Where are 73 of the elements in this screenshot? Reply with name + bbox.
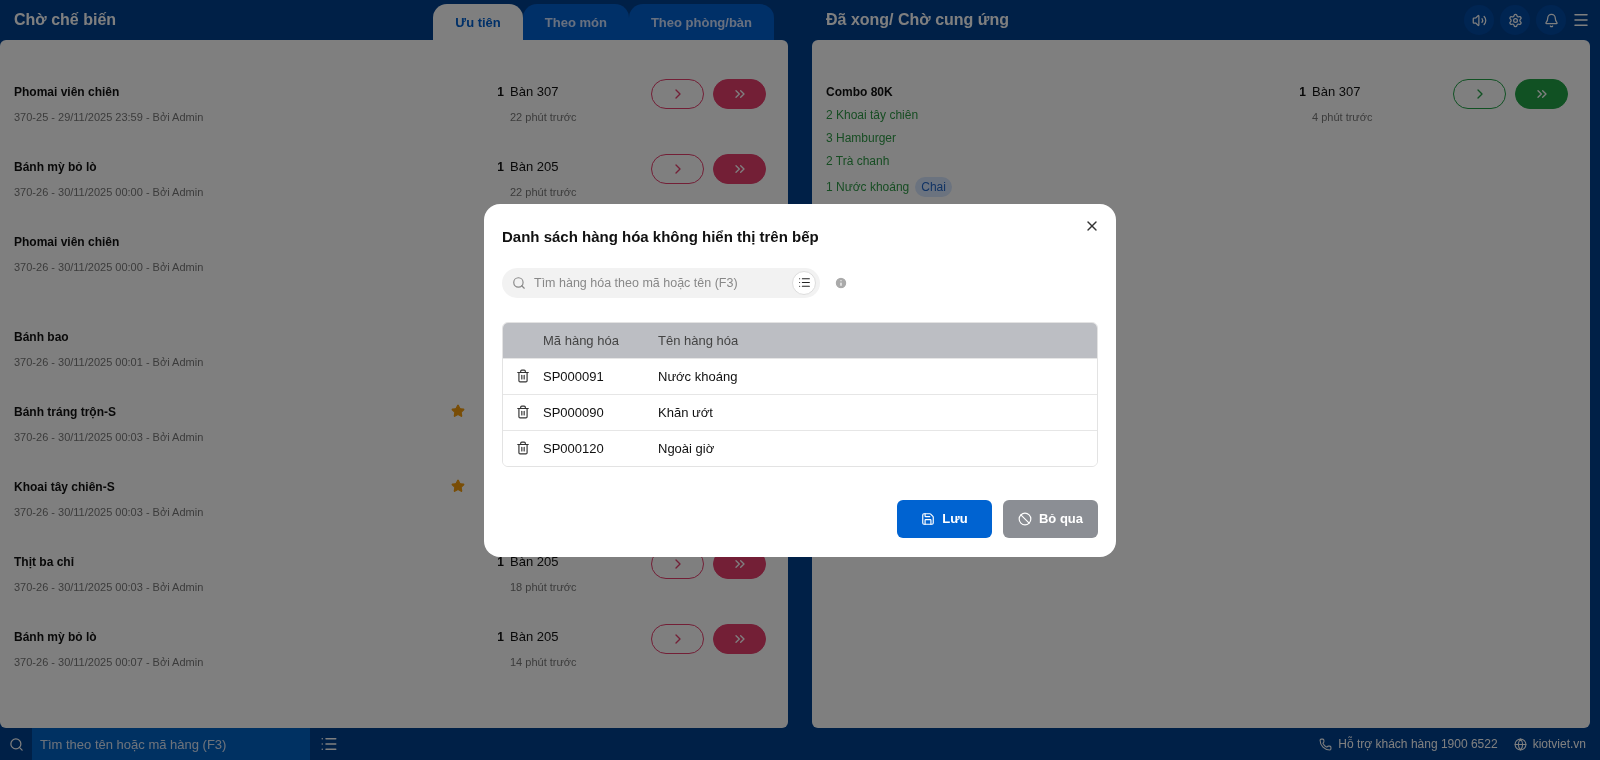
table-cell-text: SP000090 (543, 404, 605, 420)
phone-icon (1319, 737, 1333, 751)
settings-icon[interactable] (1500, 5, 1530, 35)
speaker-icon[interactable] (1464, 5, 1494, 35)
quantity: 1 (496, 629, 504, 644)
sub-item: 2 Trà chanh (826, 154, 890, 168)
item-name: Phomai viên chiên (14, 84, 121, 99)
list-icon (797, 276, 811, 289)
info-icon[interactable] (834, 275, 848, 290)
sub-item: 3 Hamburger (826, 131, 897, 145)
search-field[interactable]: Tìm hàng hóa theo mã hoặc tên (F3) (502, 267, 820, 298)
table-cell-text: SP000120 (543, 440, 605, 456)
dialog-title: Danh sách hàng hóa không hiển thị trên bếp (502, 227, 820, 245)
trash-icon[interactable] (516, 441, 530, 455)
order-meta: 370-26 - 30/11/2025 00:00 - Bởi Admin (14, 186, 205, 198)
elapsed-time: 22 phút trước (510, 111, 578, 123)
table-cell-text: SP000091 (543, 368, 605, 384)
bell-icon[interactable] (1536, 5, 1566, 35)
order-meta: 370-26 - 30/11/2025 00:03 - Bởi Admin (14, 431, 205, 443)
quantity: 1 (496, 554, 504, 569)
quantity: 1 (496, 84, 504, 99)
table-name: Bàn 205 (510, 158, 560, 174)
column-header: Mã hàng hóa (543, 332, 620, 348)
order-meta: 370-26 - 30/11/2025 00:07 - Bởi Admin (14, 656, 205, 668)
table-cell-text: Ngoài giờ (658, 440, 716, 456)
search-input[interactable]: Tìm hàng hóa theo mã hoặc tên (F3) (532, 274, 786, 291)
elapsed-time: 14 phút trước (510, 656, 578, 668)
sub-item: 1 Nước khoáng (826, 180, 910, 194)
table-cell-text: Khăn ướt (658, 404, 714, 420)
elapsed-time: 4 phút trước (1312, 111, 1374, 123)
table-name: Bàn 307 (510, 83, 560, 99)
item-name: Phomai viên chiên (14, 234, 121, 249)
list-icon[interactable] (320, 735, 338, 753)
save-button[interactable]: Lưu (897, 499, 992, 538)
table-name: Bàn 205 (510, 553, 560, 569)
quantity: 1 (496, 159, 504, 174)
quantity: 1 (1298, 84, 1306, 99)
menu-icon[interactable] (1572, 11, 1590, 29)
cancel-button[interactable]: Bỏ qua (1003, 499, 1098, 538)
order-meta: 370-26 - 30/11/2025 00:01 - Bởi Admin (14, 356, 205, 368)
panel-title: Chờ chế biến (14, 11, 117, 29)
sub-item: 2 Khoai tây chiên (826, 108, 919, 122)
search-icon (512, 275, 526, 290)
elapsed-time: 22 phút trước (510, 186, 578, 198)
order-meta: 370-26 - 30/11/2025 00:03 - Bởi Admin (14, 581, 205, 593)
item-name: Khoai tây chiên-S (14, 479, 116, 494)
table-name: Bàn 205 (510, 628, 560, 644)
support-text: Hỗ trợ khách hàng 1900 6522 (1338, 737, 1498, 751)
elapsed-time: 18 phút trước (510, 581, 578, 593)
item-name: Thịt ba chỉ (14, 554, 75, 569)
view-tab[interactable]: Theo phòng/bàn (628, 4, 774, 40)
panel-title: Đã xong/ Chờ cung ứng (826, 11, 1009, 29)
unit-tag: Chai (915, 177, 952, 197)
item-name: Combo 80K (826, 84, 894, 99)
list-button[interactable] (792, 270, 816, 295)
item-name: Bánh mỳ bỏ lò (14, 159, 98, 174)
order-meta: 370-26 - 30/11/2025 00:00 - Bởi Admin (14, 261, 205, 273)
no-entry-icon (1017, 511, 1032, 526)
item-name: Bánh tráng trộn-S (14, 404, 117, 419)
trash-icon[interactable] (516, 369, 530, 383)
order-meta: 370-25 - 29/11/2025 23:59 - Bởi Admin (14, 111, 205, 123)
item-name: Bánh bao (14, 329, 70, 344)
view-tab[interactable]: Ưu tiên (433, 4, 523, 40)
trash-icon[interactable] (516, 405, 530, 419)
order-meta: 370-26 - 30/11/2025 00:03 - Bởi Admin (14, 506, 205, 518)
view-tab[interactable]: Theo món (522, 4, 629, 40)
table-name: Bàn 307 (1312, 83, 1362, 99)
item-name: Bánh mỳ bỏ lò (14, 629, 98, 644)
column-header: Tên hàng hóa (658, 332, 740, 348)
search-icon (8, 736, 24, 752)
table-cell-text: Nước khoáng (658, 368, 739, 384)
globe-icon (1513, 737, 1527, 751)
website-link[interactable]: kiotviet.vn (1532, 737, 1586, 751)
